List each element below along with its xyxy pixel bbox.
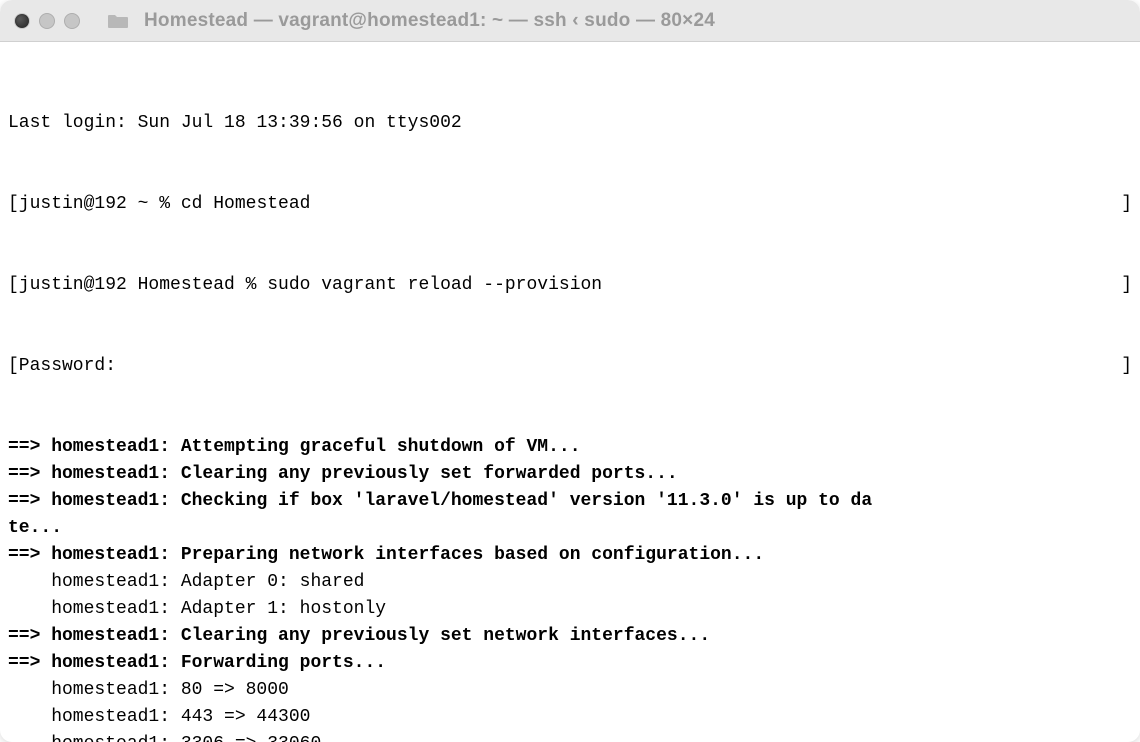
output-line: homestead1: 3306 => 33060 <box>8 731 1132 742</box>
minimize-button[interactable] <box>39 13 55 29</box>
output-line: ==> homestead1: Clearing any previously … <box>8 623 1132 650</box>
output-line: ==> homestead1: Clearing any previously … <box>8 461 1132 488</box>
output-line: ==> homestead1: Forwarding ports... <box>8 650 1132 677</box>
output-line: homestead1: 443 => 44300 <box>8 704 1132 731</box>
prompt-line-2: [justin@192 Homestead % sudo vagrant rel… <box>8 272 1132 299</box>
password-line: [Password:] <box>8 353 1132 380</box>
output-line: homestead1: 80 => 8000 <box>8 677 1132 704</box>
prompt-2-end: ] <box>1121 272 1132 299</box>
close-button[interactable] <box>14 13 30 29</box>
output-line: ==> homestead1: Preparing network interf… <box>8 542 1132 569</box>
output-line: ==> homestead1: Attempting graceful shut… <box>8 434 1132 461</box>
titlebar[interactable]: Homestead — vagrant@homestead1: ~ — ssh … <box>0 0 1140 42</box>
vagrant-output: ==> homestead1: Attempting graceful shut… <box>8 434 1132 742</box>
maximize-button[interactable] <box>64 13 80 29</box>
prompt-2-text: [justin@192 Homestead % sudo vagrant rel… <box>8 272 602 299</box>
prompt-line-1: [justin@192 ~ % cd Homestead] <box>8 191 1132 218</box>
output-line: homestead1: Adapter 1: hostonly <box>8 596 1132 623</box>
folder-icon <box>107 12 129 30</box>
output-line: ==> homestead1: Checking if box 'laravel… <box>8 488 1132 515</box>
password-end: ] <box>1121 353 1132 380</box>
prompt-1-text: [justin@192 ~ % cd Homestead <box>8 191 310 218</box>
prompt-1-end: ] <box>1121 191 1132 218</box>
password-label: [Password: <box>8 353 116 380</box>
window-title: Homestead — vagrant@homestead1: ~ — ssh … <box>144 10 715 32</box>
output-line: te... <box>8 515 1132 542</box>
last-login-line: Last login: Sun Jul 18 13:39:56 on ttys0… <box>8 110 1132 137</box>
terminal-window: Homestead — vagrant@homestead1: ~ — ssh … <box>0 0 1140 742</box>
terminal-output[interactable]: Last login: Sun Jul 18 13:39:56 on ttys0… <box>0 42 1140 742</box>
output-line: homestead1: Adapter 0: shared <box>8 569 1132 596</box>
